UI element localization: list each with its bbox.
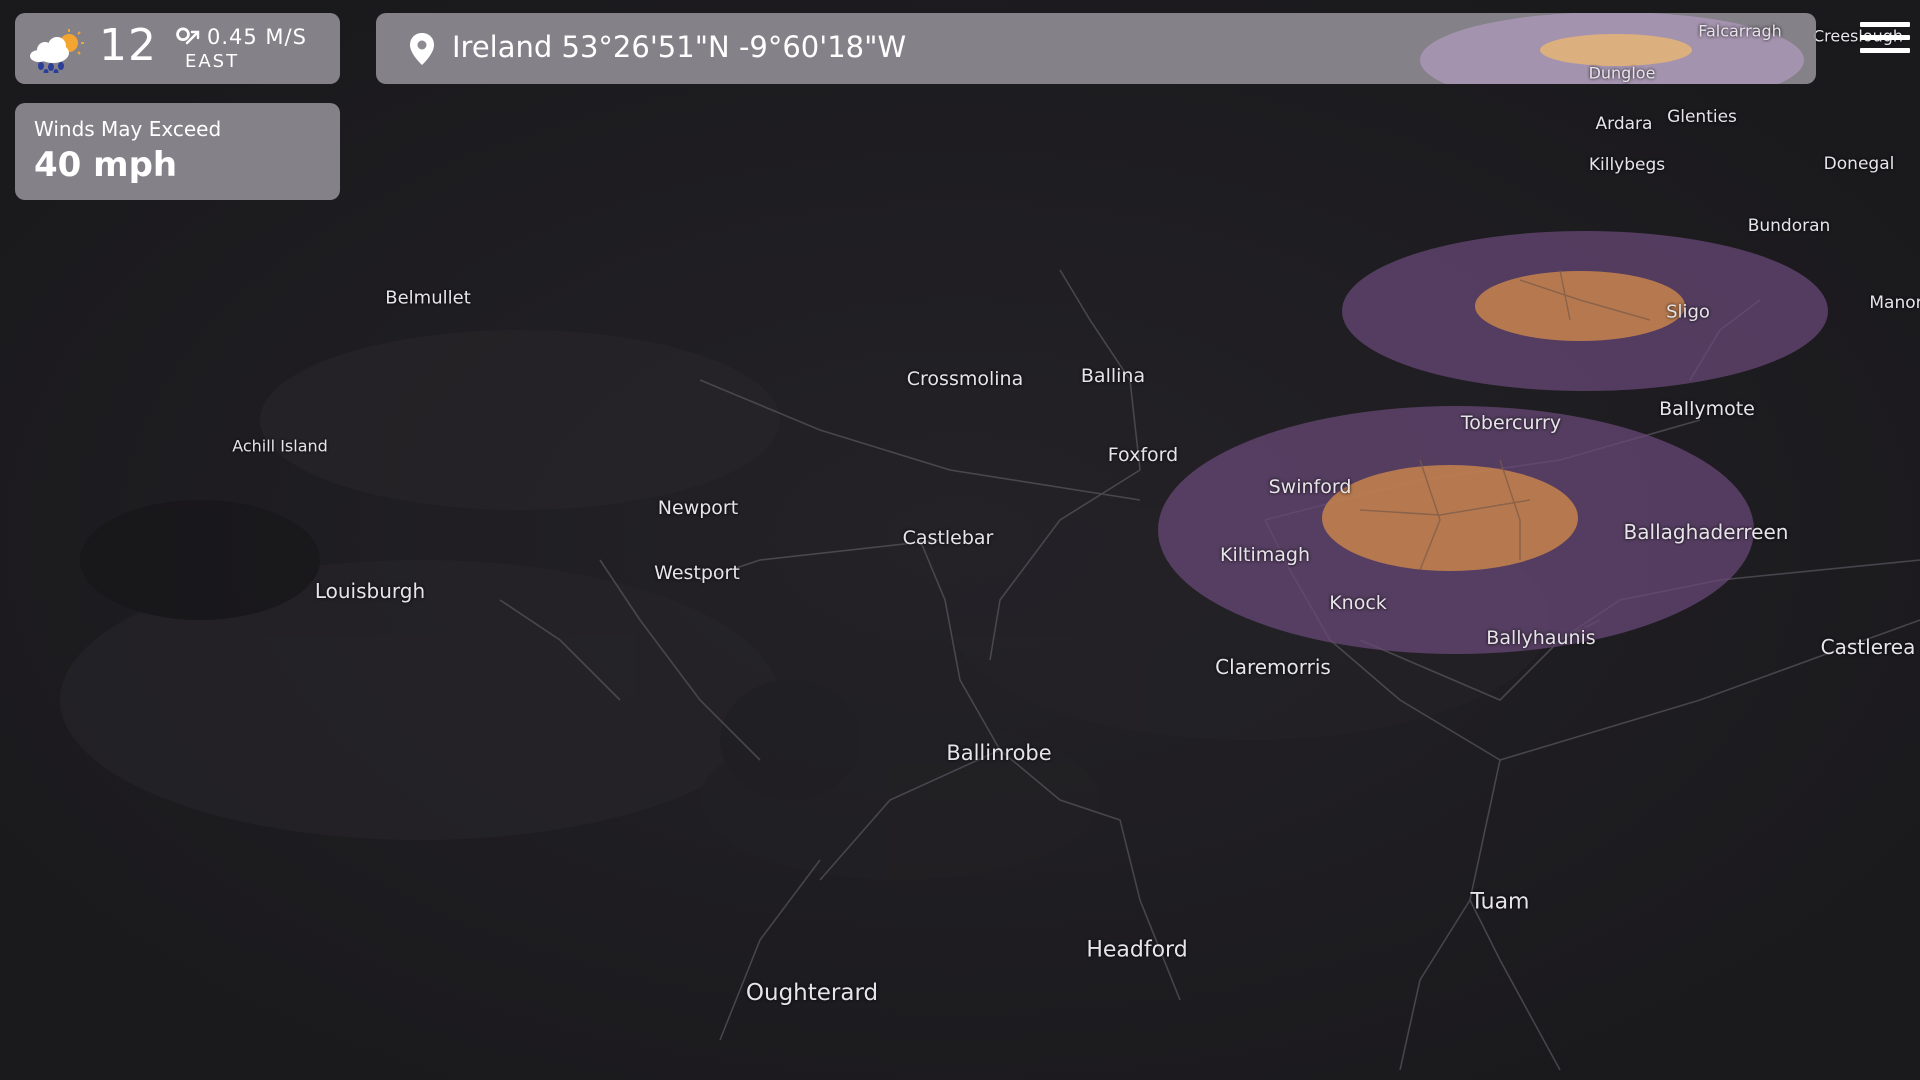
place-label-tuam[interactable]: Tuam [1471,890,1530,915]
place-label-kiltimagh[interactable]: Kiltimagh [1220,544,1310,566]
place-label-crossmolina[interactable]: Crossmolina [907,368,1023,390]
wind-zone-sligo[interactable] [1342,231,1828,391]
place-label-claremorris[interactable]: Claremorris [1215,655,1331,679]
wind-direction: EAST [185,51,240,72]
place-label-knock[interactable]: Knock [1329,592,1387,614]
place-label-ballinrobe[interactable]: Ballinrobe [946,741,1051,765]
alert-title: Winds May Exceed [34,117,222,141]
place-label-foxford[interactable]: Foxford [1108,444,1178,466]
place-label-swinford[interactable]: Swinford [1269,476,1352,498]
place-label-oughterard[interactable]: Oughterard [746,980,878,1006]
place-label-belmullet[interactable]: Belmullet [385,288,471,309]
wind-arrow-icon [185,30,200,45]
place-label-glenties[interactable]: Glenties [1667,107,1737,127]
location-coordinates: Ireland 53°26'51"N -9°60'18"W [452,30,907,64]
alert-value: 40 mph [34,145,178,185]
place-label-manor[interactable]: Manor [1869,293,1920,313]
place-label-westport[interactable]: Westport [654,562,740,584]
place-label-tobercurry[interactable]: Tobercurry [1461,412,1561,434]
place-label-sligo[interactable]: Sligo [1666,302,1710,323]
weather-widget[interactable]: 12 ° 0.45 M/S EAST [15,13,340,84]
hamburger-menu-icon[interactable] [1860,22,1910,66]
place-label-louisburgh[interactable]: Louisburgh [315,579,425,603]
place-label-ballymote[interactable]: Ballymote [1659,398,1755,420]
place-label-achill[interactable]: Achill Island [232,437,328,456]
place-label-bundoran[interactable]: Bundoran [1748,216,1831,236]
place-label-ballaghaderreen[interactable]: Ballaghaderreen [1624,520,1789,544]
cloud-rain-sun-icon [30,29,84,73]
wind-speed-value: 0.45 M/S [207,25,307,49]
temperature-readout: 12 ° [99,20,195,71]
place-label-ballyhaunis[interactable]: Ballyhaunis [1486,627,1595,649]
place-label-dungloe[interactable]: Dungloe [1589,64,1656,83]
place-label-castlebar[interactable]: Castlebar [903,527,994,549]
place-label-killybegs[interactable]: Killybegs [1589,155,1665,175]
place-label-newport[interactable]: Newport [658,497,738,519]
place-label-ballina[interactable]: Ballina [1081,365,1145,387]
place-label-donegal[interactable]: Donegal [1824,154,1895,174]
wind-readout: 0.45 M/S EAST [185,24,307,74]
place-label-castlerea[interactable]: Castlerea [1821,635,1916,659]
map-pin-icon [410,33,434,65]
wind-alert-card[interactable]: Winds May Exceed 40 mph [15,103,340,200]
place-label-falcarragh[interactable]: Falcarragh [1698,22,1782,41]
place-label-headford[interactable]: Headford [1086,938,1187,963]
place-label-ardara[interactable]: Ardara [1596,114,1653,134]
